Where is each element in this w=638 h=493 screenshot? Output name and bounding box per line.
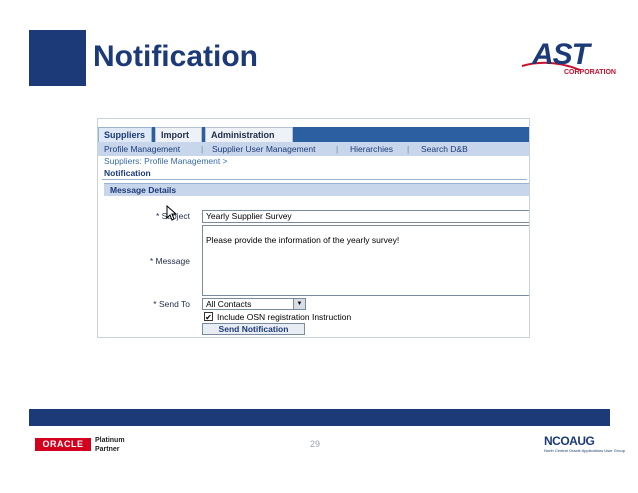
tab-import[interactable]: Import bbox=[155, 127, 202, 142]
subject-input[interactable]: Yearly Supplier Survey bbox=[202, 210, 529, 223]
ncoaug-logo: NCOAUG North Central Oracle Applications… bbox=[544, 434, 625, 453]
subnav-hierarchies[interactable]: Hierarchies bbox=[350, 142, 393, 156]
application-screenshot: Suppliers Import Administration Profile … bbox=[97, 118, 530, 338]
slide-title: Notification bbox=[93, 40, 258, 73]
message-details-header: Message Details bbox=[104, 183, 529, 196]
ast-logo-subtext: CORPORATION bbox=[564, 69, 616, 76]
oracle-logo: ORACLE bbox=[35, 438, 91, 451]
mouse-cursor-icon bbox=[166, 205, 178, 221]
ast-logo-text: AST bbox=[532, 38, 590, 71]
sub-navigation: Profile Management | Supplier User Manag… bbox=[98, 142, 529, 156]
tab-suppliers[interactable]: Suppliers bbox=[98, 127, 152, 142]
send-to-label: * Send To bbox=[153, 299, 190, 309]
platinum-partner-text: Platinum Partner bbox=[95, 436, 125, 454]
chevron-down-icon[interactable]: ▼ bbox=[293, 299, 305, 309]
subnav-profile-management[interactable]: Profile Management bbox=[104, 142, 180, 156]
send-to-select[interactable]: All Contacts ▼ bbox=[202, 298, 306, 310]
subnav-separator: | bbox=[336, 144, 339, 154]
ncoaug-logo-text: NCOAUG bbox=[544, 434, 595, 448]
page-heading: Notification bbox=[104, 168, 151, 178]
subnav-separator: | bbox=[201, 144, 204, 154]
title-accent-square bbox=[29, 30, 86, 86]
ast-corporation-logo: AST CORPORATION bbox=[520, 38, 616, 80]
subnav-supplier-user-management[interactable]: Supplier User Management bbox=[212, 142, 315, 156]
partner-line-1: Platinum bbox=[95, 437, 125, 444]
subnav-separator: | bbox=[407, 144, 410, 154]
send-to-value: All Contacts bbox=[206, 299, 252, 309]
send-notification-button[interactable]: Send Notification bbox=[202, 323, 305, 335]
ncoaug-logo-subtext: North Central Oracle Applications User G… bbox=[544, 448, 625, 453]
page-heading-divider bbox=[102, 179, 527, 180]
subnav-search-dnb[interactable]: Search D&B bbox=[421, 142, 468, 156]
footer-bar bbox=[29, 409, 610, 426]
partner-line-2: Partner bbox=[95, 446, 120, 453]
tab-bar: Suppliers Import Administration bbox=[98, 119, 529, 142]
message-textarea[interactable]: Please provide the information of the ye… bbox=[202, 225, 529, 296]
subject-label: * Subject bbox=[155, 211, 190, 221]
osn-instruction-checkbox[interactable]: ✔ bbox=[204, 312, 213, 322]
page-number: 29 bbox=[310, 439, 321, 449]
tab-administration[interactable]: Administration bbox=[205, 127, 293, 142]
message-label: * Message bbox=[149, 256, 190, 266]
breadcrumb[interactable]: Suppliers: Profile Management > bbox=[104, 156, 228, 167]
osn-instruction-label: Include OSN registration Instruction bbox=[217, 312, 352, 322]
